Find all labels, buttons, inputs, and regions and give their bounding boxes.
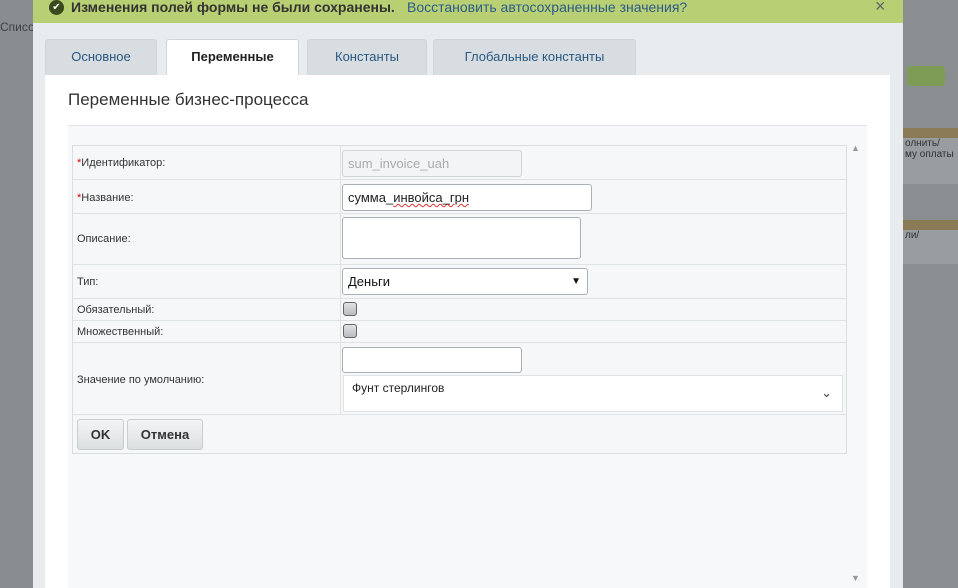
- identifier-input: sum_invoice_uah: [342, 150, 522, 177]
- scroll-down-icon[interactable]: ▼: [851, 573, 860, 583]
- background-button: [907, 66, 945, 86]
- tab-constants[interactable]: Константы: [307, 39, 427, 75]
- default-value-input[interactable]: [342, 347, 522, 373]
- notification-message: Изменения полей формы не были сохранены.: [71, 0, 395, 15]
- type-label: Тип:: [77, 276, 99, 288]
- scroll-up-icon[interactable]: ▲: [851, 143, 860, 153]
- form-row-name: *Название: сумма_инвойса_грн: [73, 180, 846, 214]
- chevron-down-icon: ⌄: [821, 385, 832, 400]
- variable-form: *Идентификатор: sum_invoice_uah *Названи…: [72, 145, 847, 454]
- dialog-window: Основное Переменные Константы Глобальные…: [33, 23, 903, 588]
- unsaved-changes-notification: ✔ Изменения полей формы не были сохранен…: [33, 0, 903, 23]
- form-row-description: Описание:: [73, 214, 846, 265]
- form-buttons-row: OK Отмена: [73, 415, 846, 454]
- page-title: Переменные бизнес-процесса: [68, 90, 309, 109]
- required-label: Обязательный:: [77, 304, 155, 316]
- multiple-checkbox[interactable]: [343, 324, 357, 338]
- description-label: Описание:: [77, 233, 131, 245]
- form-row-identifier: *Идентификатор: sum_invoice_uah: [73, 146, 846, 180]
- tab-global-constants[interactable]: Глобальные константы: [433, 39, 636, 75]
- multiple-label: Множественный:: [77, 326, 164, 338]
- form-row-required: Обязательный:: [73, 299, 846, 321]
- default-value-label: Значение по умолчанию:: [77, 374, 205, 386]
- description-textarea[interactable]: [342, 217, 581, 259]
- tab-variables[interactable]: Переменные: [166, 39, 299, 77]
- required-checkbox[interactable]: [343, 302, 357, 316]
- restore-autosave-link[interactable]: Восстановить автосохраненные значения?: [407, 0, 687, 15]
- close-icon[interactable]: ×: [875, 0, 886, 17]
- check-circle-icon: ✔: [49, 0, 64, 15]
- cancel-button[interactable]: Отмена: [127, 419, 203, 450]
- background-card: ли/: [903, 220, 958, 264]
- identifier-label: *Идентификатор:: [77, 157, 166, 169]
- caret-down-icon: ▼: [571, 276, 581, 287]
- form-row-multiple: Множественный:: [73, 321, 846, 343]
- background-text: Списо: [0, 20, 35, 34]
- background-right-column: олнить/ му оплаты ли/: [903, 0, 958, 588]
- tab-panel: Переменные бизнес-процесса ▲ ▼ *Идентифи…: [45, 75, 890, 588]
- name-label: *Название:: [77, 192, 134, 204]
- form-row-type: Тип: Деньги ▼: [73, 265, 846, 299]
- scrollbar[interactable]: ▲ ▼: [849, 143, 863, 583]
- name-input[interactable]: сумма_инвойса_грн: [342, 184, 592, 211]
- currency-select[interactable]: Фунт стерлингов ⌄: [343, 375, 843, 412]
- background-card: олнить/ му оплаты: [903, 128, 958, 184]
- ok-button[interactable]: OK: [77, 419, 124, 450]
- form-row-default-value: Значение по умолчанию: Фунт стерлингов ⌄: [73, 343, 846, 415]
- type-select[interactable]: Деньги ▼: [342, 268, 588, 295]
- tab-main[interactable]: Основное: [45, 39, 157, 75]
